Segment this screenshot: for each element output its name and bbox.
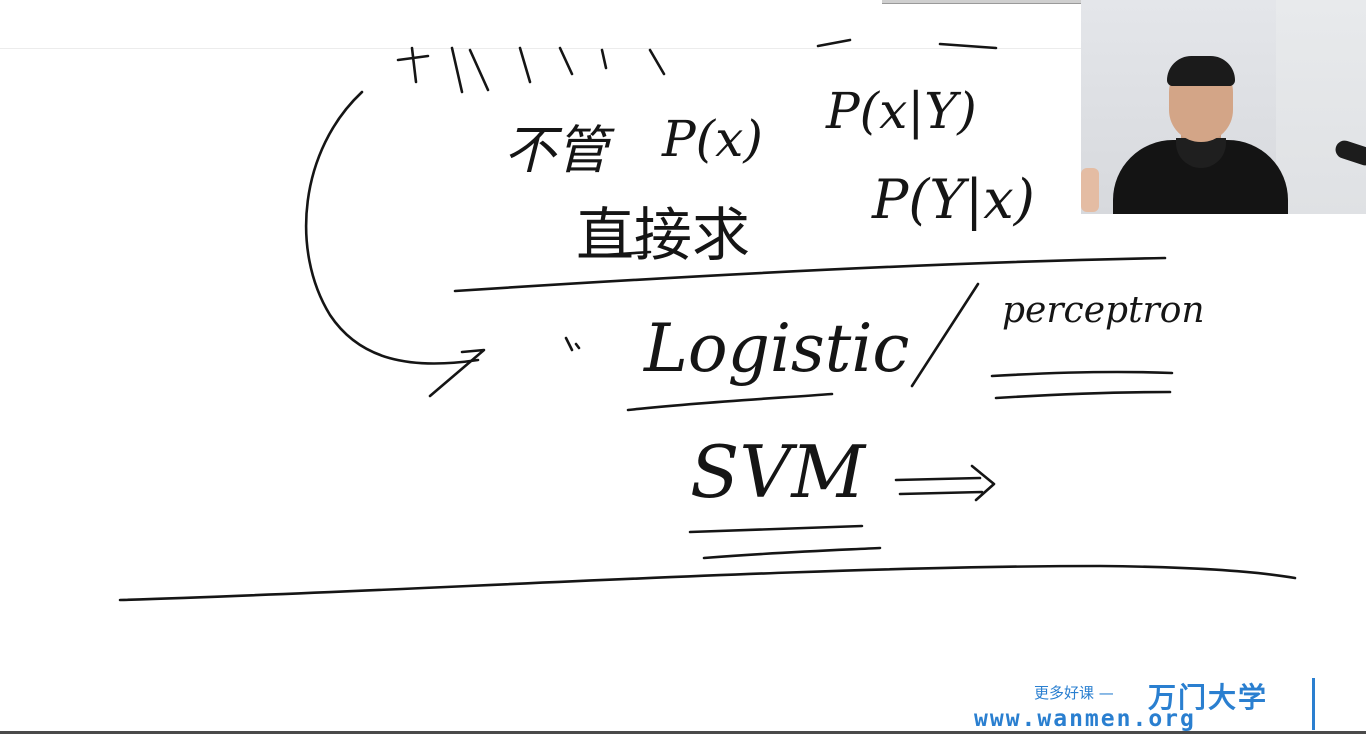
watermark-slogan: 更多好课 — — [1034, 684, 1114, 702]
underline-perceptron-1 — [990, 370, 1174, 378]
slash-stroke — [910, 282, 980, 388]
instructor-hand — [1081, 168, 1099, 212]
svm-arrow — [894, 464, 996, 502]
watermark-bar — [1312, 678, 1315, 730]
tick-mark — [564, 336, 581, 352]
model-perceptron: perceptron — [1002, 290, 1205, 331]
underline-perceptron-2 — [994, 390, 1172, 400]
rule-top — [453, 256, 1167, 293]
underline-logistic — [626, 392, 834, 412]
term-pyx: P(Y|x) — [872, 168, 1035, 231]
underline-svm-2 — [702, 546, 882, 560]
wanmen-watermark: 更多好课 — 万门大学 www.wanmen.org — [972, 676, 1332, 734]
underline-svm-1 — [688, 524, 864, 534]
model-svm: SVM — [690, 430, 866, 514]
model-logistic: Logistic — [644, 310, 910, 387]
term-pxy: P(x|Y) — [826, 82, 977, 140]
lecture-video-frame: 不管 P(x) P(x|Y) 直接求 P(Y|x) Logistic perce… — [0, 0, 1366, 735]
curved-arrow-head — [428, 348, 486, 398]
term-px: P(x) — [662, 110, 763, 168]
curved-arrow — [304, 90, 480, 365]
text-direct: 直接求 — [576, 201, 751, 269]
watermark-url: www.wanmen.org — [974, 706, 1196, 732]
text-no-model: 不管 — [504, 121, 609, 181]
webcam-overlay — [1081, 0, 1366, 214]
rule-bottom — [118, 564, 1297, 602]
